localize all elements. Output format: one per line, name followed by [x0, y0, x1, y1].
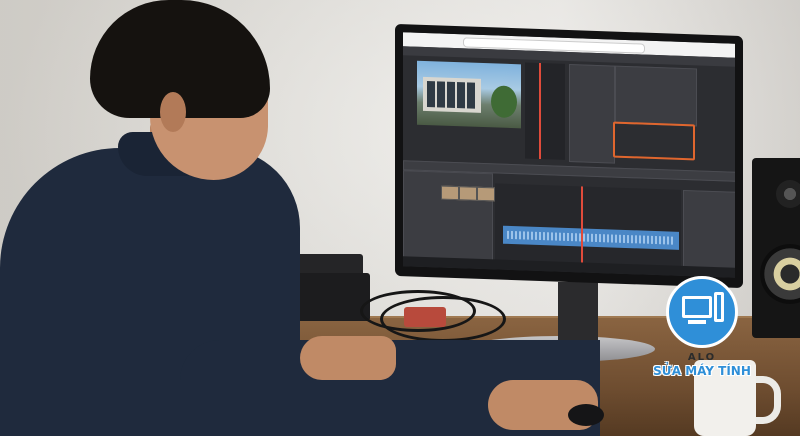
viewer-panel: [525, 62, 565, 160]
logo-stand-icon: [688, 320, 706, 324]
logo-text-brand: SỬA MÁY TÍNH: [653, 364, 751, 378]
photo-scene: ALO SỬA MÁY TÍNH: [0, 0, 800, 436]
viewer-playhead: [539, 62, 541, 160]
effects-panel: [569, 64, 615, 164]
project-panel: [403, 170, 493, 262]
tree-image: [491, 85, 517, 119]
media-thumbnail: [441, 185, 459, 201]
left-hand: [300, 336, 396, 380]
speaker-tweeter: [776, 180, 800, 208]
logo-text-alo: ALO: [687, 352, 717, 363]
monitor-screen: [403, 32, 735, 278]
building-windows: [427, 81, 477, 109]
monitor-stand-neck: [558, 282, 598, 346]
video-preview: [417, 60, 521, 129]
person-ear: [160, 92, 186, 132]
logo-tower-icon: [714, 292, 724, 322]
red-connector: [404, 307, 446, 327]
highlighted-settings: [613, 121, 695, 161]
properties-panel: [615, 65, 697, 127]
media-thumbnail: [477, 186, 495, 202]
mouse: [568, 404, 604, 426]
right-side-panel: [683, 189, 735, 270]
logo-monitor-icon: [682, 296, 712, 318]
media-thumbnail: [459, 186, 477, 201]
timeline-playhead: [581, 186, 583, 265]
